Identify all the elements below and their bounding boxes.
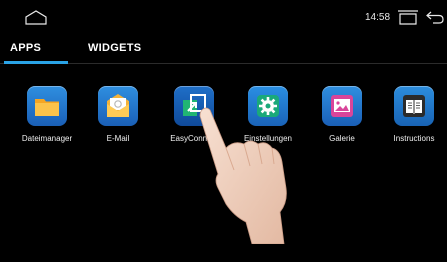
app-tile[interactable] (322, 86, 362, 126)
app-tile[interactable] (98, 86, 138, 126)
mail-icon (107, 94, 129, 117)
status-bar: 14:58 (0, 0, 447, 34)
tab-widgets[interactable]: WIDGETS (88, 42, 141, 54)
app-instructions[interactable]: Instructions (374, 86, 447, 156)
app-email[interactable]: E-Mail (78, 86, 158, 156)
app-dateimanager[interactable]: Dateimanager (7, 86, 87, 156)
folder-icon (35, 99, 59, 116)
image-icon (331, 95, 353, 117)
back-icon[interactable] (425, 9, 445, 25)
app-label: Dateimanager (21, 134, 73, 143)
launcher-screen: 14:58 APPS WIDGETS Dateimanager E-Mail E… (0, 0, 447, 262)
app-tile[interactable] (394, 86, 434, 126)
app-label: E-Mail (106, 134, 130, 143)
book-icon (403, 95, 425, 117)
tab-bar: APPS WIDGETS (0, 34, 447, 64)
pointing-hand-illustration (199, 107, 287, 244)
app-galerie[interactable]: Galerie (302, 86, 382, 156)
home-icon[interactable] (24, 9, 48, 25)
app-tile[interactable] (27, 86, 67, 126)
clock: 14:58 (365, 12, 391, 23)
app-label: Galerie (329, 134, 355, 143)
tab-apps[interactable]: APPS (10, 42, 41, 54)
recent-apps-icon[interactable] (396, 9, 420, 25)
active-tab-indicator (4, 61, 68, 64)
app-label: Instructions (393, 134, 435, 143)
